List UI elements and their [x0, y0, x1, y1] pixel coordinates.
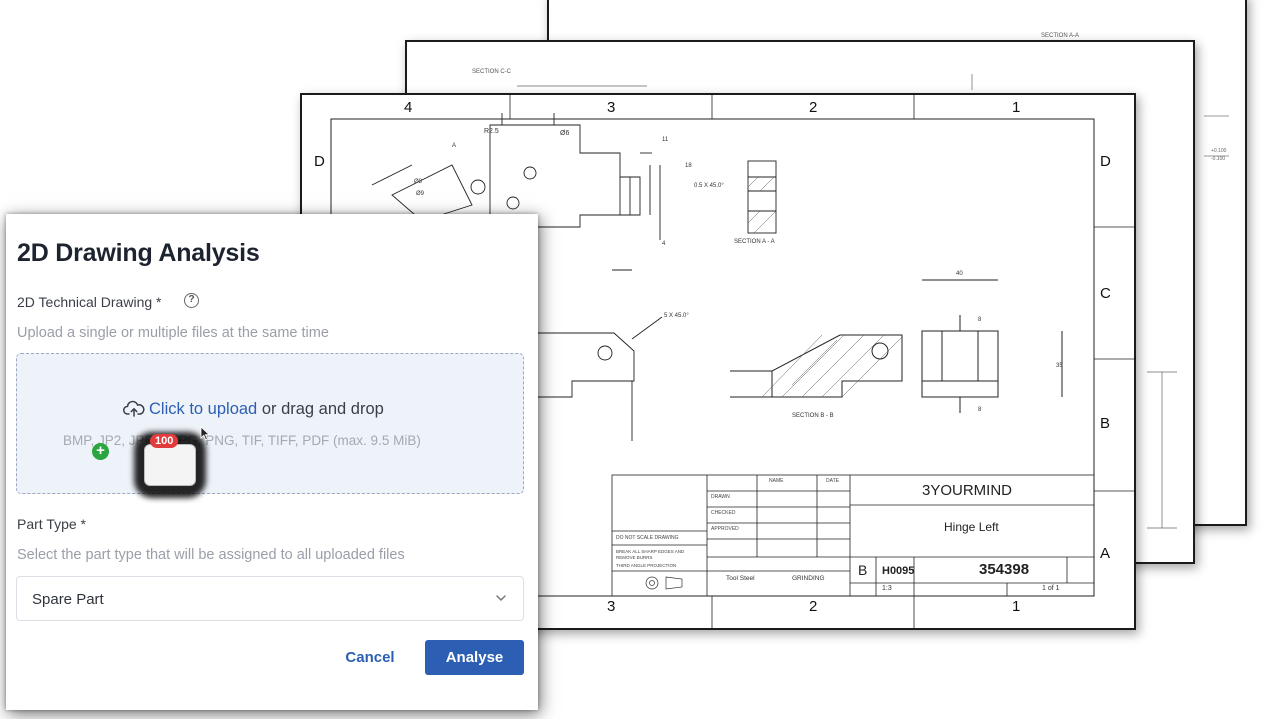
zone-right-d: D	[1100, 153, 1111, 170]
zone-bottom-2: 2	[809, 598, 818, 615]
tb-header-name: NAME	[769, 478, 784, 484]
tb-dwg-no: 354398	[979, 561, 1030, 578]
part-type-label: Part Type *	[17, 516, 87, 532]
info-icon[interactable]: ?	[184, 293, 199, 308]
tb-note-burrs: BREAK ALL SHARP EDGES AND REMOVE BURRS	[616, 549, 685, 560]
dropzone-prompt: Click to upload or drag and drop	[123, 400, 384, 419]
svg-text:Ø9: Ø9	[416, 191, 425, 197]
chevron-down-icon	[496, 595, 506, 602]
upload-hint: Upload a single or multiple files at the…	[17, 325, 329, 341]
svg-text:4: 4	[662, 241, 666, 247]
zone-top-2: 2	[809, 99, 818, 116]
zone-left-d: D	[314, 153, 325, 170]
file-dropzone[interactable]: Click to upload or drag and drop BMP, JP…	[16, 353, 524, 498]
section-bb-label: SECTION B - B	[792, 413, 834, 419]
tb-company: 3YOURMIND	[922, 482, 1013, 499]
zone-bottom-1: 1	[1012, 598, 1021, 615]
svg-text:18: 18	[685, 163, 692, 169]
svg-text:35: 35	[1056, 363, 1063, 369]
svg-text:8: 8	[978, 407, 982, 413]
svg-text:8: 8	[978, 317, 982, 323]
dialog-title: 2D Drawing Analysis	[17, 239, 260, 267]
file-count-badge: 100	[150, 434, 179, 448]
svg-text:Ø6: Ø6	[560, 130, 569, 137]
svg-text:Ø8: Ø8	[414, 179, 423, 185]
tb-row-checked: CHECKED	[711, 510, 736, 516]
tb-material: Tool Steel	[726, 575, 755, 582]
svg-text:-0.100: -0.100	[1211, 156, 1225, 162]
svg-text:11: 11	[662, 137, 669, 143]
zone-bottom-3: 3	[607, 598, 616, 615]
svg-text:+0.100: +0.100	[1211, 148, 1227, 154]
dim-r25: R2.5	[484, 128, 499, 135]
tb-sheet: 1 of 1	[1042, 585, 1060, 592]
tb-row-drawn: DRAWN	[711, 494, 730, 500]
section-aa-label: SECTION A - A	[734, 239, 775, 245]
drawing-field-label: 2D Technical Drawing *	[17, 294, 162, 310]
zone-right-b: B	[1100, 415, 1111, 432]
svg-text:A: A	[452, 143, 456, 149]
file-thumbnail-icon	[144, 444, 196, 486]
zone-top-3: 3	[607, 99, 616, 116]
tb-row-approved: APPROVED	[711, 526, 739, 532]
chamfer-1-label: 0.5 X 45.0°	[694, 183, 724, 189]
tb-header-date: DATE	[826, 478, 839, 484]
mouse-cursor-icon	[200, 426, 210, 441]
tb-scale: 1:3	[882, 585, 892, 592]
cloud-upload-icon	[123, 400, 145, 417]
accepted-formats: BMP, JP2, JPEG, JPG, PNG, TIF, TIFF, PDF…	[63, 433, 421, 448]
chamfer-2-label: 5 X 45.0°	[664, 313, 689, 319]
drawing-analysis-dialog: 2D Drawing Analysis 2D Technical Drawing…	[6, 214, 538, 710]
zone-top-4: 4	[404, 99, 413, 116]
svg-text:40: 40	[956, 271, 963, 277]
drag-drop-text: or drag and drop	[257, 400, 384, 418]
zone-top-1: 1	[1012, 99, 1021, 116]
cancel-button[interactable]: Cancel	[335, 640, 405, 675]
zone-right-c: C	[1100, 285, 1111, 302]
click-to-upload-link[interactable]: Click to upload	[149, 400, 257, 418]
tb-part-title: Hinge Left	[944, 520, 999, 534]
tb-note-scale: DO NOT SCALE DRAWING	[616, 535, 679, 541]
analyse-button[interactable]: Analyse	[425, 640, 524, 675]
tb-cage: H0095	[882, 565, 915, 577]
part-type-value: Spare Part	[32, 591, 104, 608]
tb-finish: GRINDING	[792, 575, 825, 582]
tb-note-projection: THIRD ANGLE PROJECTION	[616, 563, 677, 568]
part-type-hint: Select the part type that will be assign…	[17, 547, 405, 563]
part-type-select[interactable]: Spare Part	[16, 576, 524, 621]
zone-right-a: A	[1100, 545, 1111, 562]
tb-size: B	[858, 562, 868, 578]
copy-plus-icon: +	[92, 443, 109, 460]
